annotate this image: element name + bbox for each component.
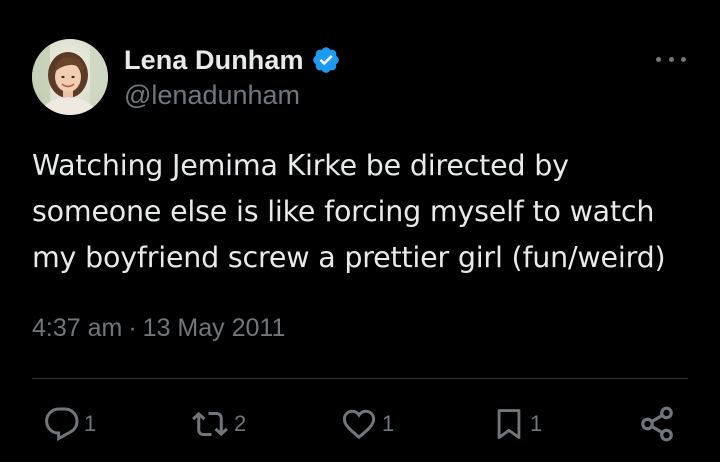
user-info: Lena Dunham @lenadunham (124, 42, 341, 111)
tweet-timestamp[interactable]: 4:37 am · 13 May 2011 (32, 310, 285, 346)
tweet-text-line: Watching Jemima Kirke be directed by (32, 149, 569, 182)
more-horizontal-icon-dot (681, 56, 686, 62)
reply-button[interactable]: 1 (44, 404, 96, 444)
display-name[interactable]: Lena Dunham (124, 45, 304, 76)
like-count: 1 (382, 411, 395, 436)
reply-count: 1 (84, 411, 97, 436)
divider (32, 378, 688, 379)
like-button[interactable]: 1 (340, 404, 394, 444)
tweet-time[interactable]: 4:37 am (32, 314, 122, 342)
retweet-count: 2 (234, 411, 247, 436)
more-horizontal-icon (656, 56, 661, 62)
user-handle[interactable]: @lenadunham (124, 80, 341, 111)
heart-icon (340, 406, 378, 442)
more-options-button[interactable] (654, 48, 688, 70)
tweet-date[interactable]: 13 May 2011 (143, 314, 286, 342)
retweet-button[interactable]: 2 (190, 404, 246, 444)
meta-separator: · (128, 314, 137, 342)
name-row: Lena Dunham (124, 42, 341, 78)
verified-badge-icon (311, 45, 341, 75)
bookmark-count: 1 (530, 411, 543, 436)
tweet-text: Watching Jemima Kirke be directed by som… (32, 143, 692, 281)
share-icon (638, 405, 676, 443)
more-horizontal-icon-dot (668, 56, 674, 62)
bookmark-button[interactable]: 1 (492, 404, 542, 444)
tweet-text-line: someone else is like forcing myself to w… (32, 195, 655, 228)
retweet-icon (190, 406, 230, 442)
avatar[interactable] (32, 39, 108, 115)
bookmark-icon (492, 406, 526, 442)
tweet-card: Lena Dunham @lenadunham Watching Jemima … (0, 0, 720, 462)
share-button[interactable] (638, 404, 676, 444)
reply-bubble-icon (44, 406, 80, 442)
tweet-text-line: my boyfriend screw a prettier girl (fun/… (32, 241, 666, 274)
